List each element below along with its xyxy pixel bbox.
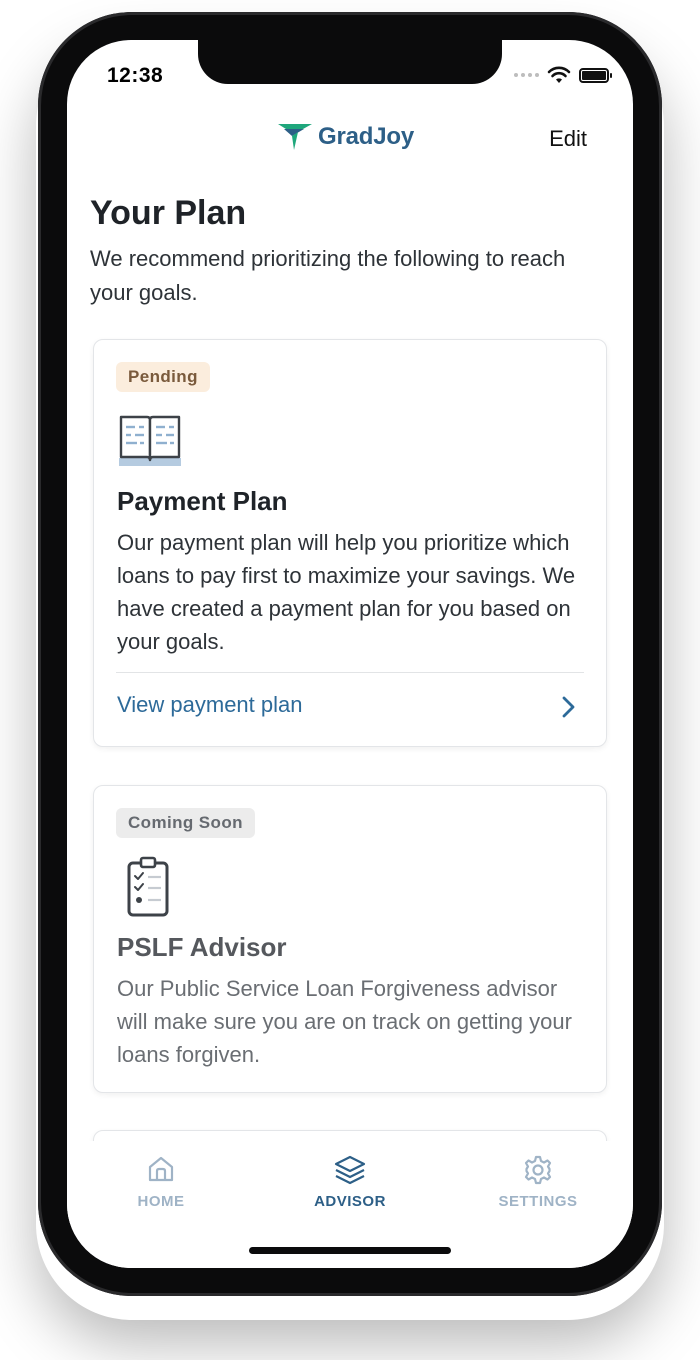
status-badge: Coming Soon [116, 808, 255, 838]
layers-icon [334, 1155, 366, 1185]
app-header: GradJoy Edit [67, 120, 633, 160]
gear-icon [524, 1155, 552, 1185]
notch [198, 40, 502, 84]
card-description: Our Public Service Loan Forgiveness advi… [117, 976, 572, 1067]
card-description: Our payment plan will help you prioritiz… [117, 530, 576, 654]
status-time: 12:38 [107, 64, 164, 87]
status-badge: Pending [116, 362, 210, 392]
card-title: Payment Plan [117, 486, 288, 516]
logo-text: GradJoy [318, 123, 414, 150]
app-screen: 12:38 GradJoy Edit Your Plan We recommen… [67, 40, 633, 1268]
device-frame: 12:38 GradJoy Edit Your Plan We recommen… [0, 0, 700, 1360]
tab-advisor[interactable]: ADVISOR [280, 1155, 420, 1210]
home-icon [148, 1156, 174, 1182]
home-indicator [249, 1247, 451, 1254]
edit-button[interactable]: Edit [549, 126, 587, 152]
chevron-right-icon[interactable] [562, 696, 576, 718]
open-book-icon [119, 415, 181, 466]
cellular-signal-icon [514, 73, 539, 77]
card-title: PSLF Advisor [117, 932, 287, 962]
payment-plan-card: Pending Payment Plan Our payment plan wi… [93, 339, 607, 747]
wifi-icon [547, 66, 571, 83]
tab-label: ADVISOR [314, 1193, 386, 1210]
paper-plane-logo-icon [278, 124, 312, 150]
tab-home[interactable]: HOME [91, 1155, 231, 1210]
pslf-advisor-card: Coming Soon PSLF Advisor Our Public Serv… [93, 785, 607, 1093]
battery-icon [579, 67, 612, 83]
card-divider [116, 672, 584, 673]
view-payment-plan-link[interactable]: View payment plan [117, 692, 303, 718]
page-subtitle: We recommend prioritizing the following … [90, 246, 566, 305]
tab-label: SETTINGS [498, 1193, 578, 1210]
page-title: Your Plan [90, 194, 247, 232]
clipboard-checklist-icon [127, 856, 169, 917]
gradjoy-logo: GradJoy [278, 122, 414, 152]
status-icons [514, 66, 612, 84]
tab-bar: HOME ADVISOR SETTINGS [67, 1141, 633, 1268]
tab-settings[interactable]: SETTINGS [468, 1155, 608, 1210]
tab-label: HOME [137, 1193, 185, 1210]
